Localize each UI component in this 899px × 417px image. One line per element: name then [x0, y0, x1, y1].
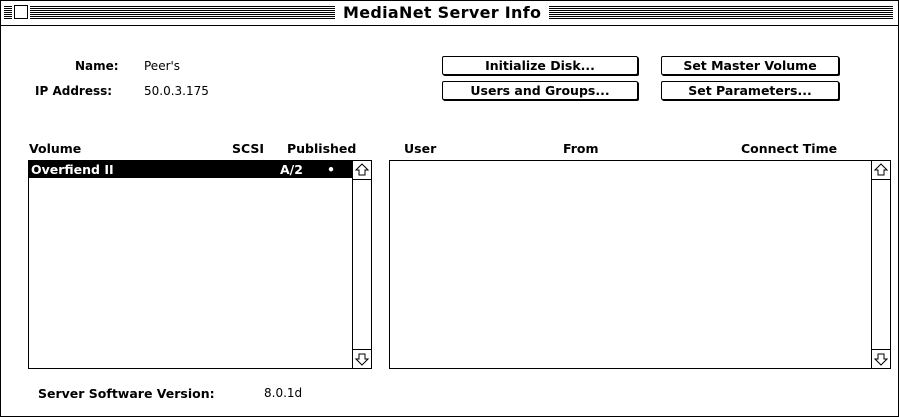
title-bar[interactable]: MediaNet Server Info [1, 1, 898, 26]
volume-scsi: A/2 [280, 162, 303, 177]
scroll-down-arrow-icon[interactable] [872, 349, 890, 368]
volume-list[interactable]: Overfiend II A/2 • [28, 160, 372, 369]
server-version-value: 8.0.1d [264, 386, 303, 400]
ip-address-value: 50.0.3.175 [144, 84, 209, 98]
scroll-up-arrow-icon[interactable] [353, 161, 371, 180]
volume-column-header: Volume [29, 141, 82, 156]
volume-list-scrollbar[interactable] [352, 161, 371, 368]
connect-time-column-header: Connect Time [741, 141, 838, 156]
volume-row[interactable]: Overfiend II A/2 • [29, 161, 353, 178]
close-box-icon[interactable] [14, 5, 28, 19]
users-and-groups-button[interactable]: Users and Groups... [442, 81, 638, 100]
server-version-label: Server Software Version: [38, 386, 215, 401]
volume-published-dot: • [327, 162, 335, 177]
connections-list-scrollbar[interactable] [871, 161, 890, 368]
name-value: Peer's [144, 59, 181, 73]
ip-address-label: IP Address: [35, 84, 113, 98]
set-master-volume-button[interactable]: Set Master Volume [661, 56, 839, 75]
from-column-header: From [563, 141, 599, 156]
server-info-window: MediaNet Server Info Name: Peer's IP Add… [0, 0, 899, 417]
scroll-down-arrow-icon[interactable] [353, 349, 371, 368]
initialize-disk-button[interactable]: Initialize Disk... [442, 56, 638, 75]
volume-name: Overfiend II [31, 162, 114, 177]
scsi-column-header: SCSI [232, 141, 265, 156]
connections-list[interactable] [389, 160, 891, 369]
published-column-header: Published [287, 141, 357, 156]
window-title: MediaNet Server Info [335, 3, 550, 23]
user-column-header: User [404, 141, 437, 156]
scroll-up-arrow-icon[interactable] [872, 161, 890, 180]
set-parameters-button[interactable]: Set Parameters... [661, 81, 839, 100]
name-label: Name: [75, 59, 119, 73]
